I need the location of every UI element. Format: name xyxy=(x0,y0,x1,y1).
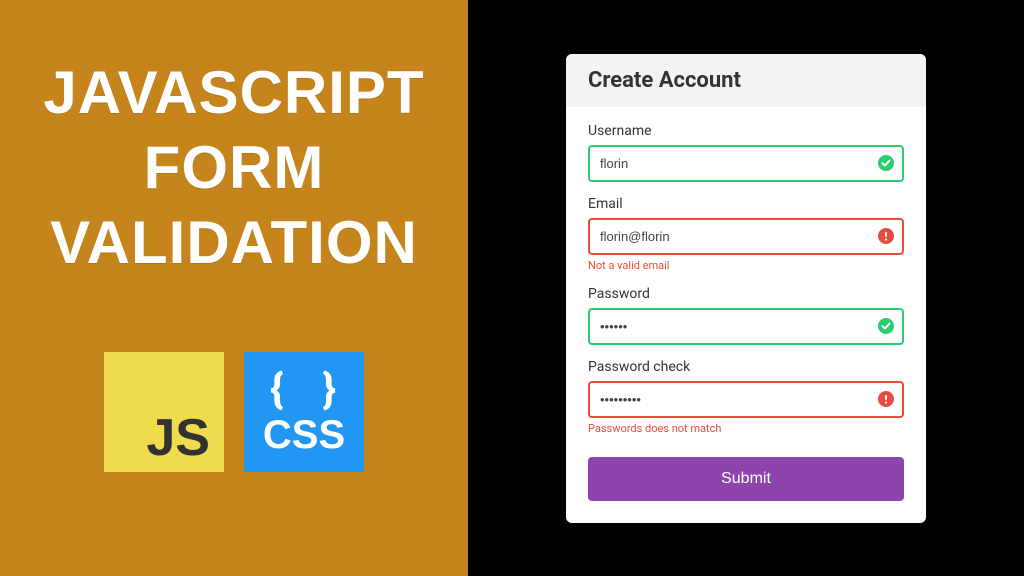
email-group: Email Not a valid email xyxy=(588,196,904,272)
username-group: Username xyxy=(588,123,904,182)
error-circle-icon xyxy=(878,391,894,407)
password-check-field[interactable] xyxy=(588,381,904,418)
password-check-group: Password check Passwords does not match xyxy=(588,359,904,435)
password-check-label: Password check xyxy=(588,359,904,375)
submit-button[interactable]: Submit xyxy=(588,457,904,501)
username-input-wrap xyxy=(588,145,904,182)
password-group: Password xyxy=(588,286,904,345)
password-input-wrap xyxy=(588,308,904,345)
form-title: Create Account xyxy=(566,54,926,107)
hero-title: JAVASCRIPT FORM VALIDATION xyxy=(43,55,424,280)
error-circle-icon xyxy=(878,228,894,244)
email-label: Email xyxy=(588,196,904,212)
hero-title-line: FORM xyxy=(43,130,424,205)
username-label: Username xyxy=(588,123,904,139)
email-input-wrap xyxy=(588,218,904,255)
js-logo-text: JS xyxy=(146,412,210,464)
signup-form-card: Create Account Username Email xyxy=(566,54,926,523)
hero-title-line: VALIDATION xyxy=(43,205,424,280)
password-check-error-text: Passwords does not match xyxy=(588,422,904,435)
check-circle-icon xyxy=(878,155,894,171)
form-body: Username Email Not a valid email xyxy=(566,107,926,523)
password-field[interactable] xyxy=(588,308,904,345)
username-field[interactable] xyxy=(588,145,904,182)
check-circle-icon xyxy=(878,318,894,334)
hero-title-line: JAVASCRIPT xyxy=(43,55,424,130)
tech-badges: JS { } CSS xyxy=(104,352,364,472)
css-logo: { } CSS xyxy=(244,352,364,472)
email-error-text: Not a valid email xyxy=(588,259,904,272)
password-label: Password xyxy=(588,286,904,302)
css-logo-braces: { } xyxy=(270,369,350,411)
email-field[interactable] xyxy=(588,218,904,255)
form-panel: Create Account Username Email xyxy=(468,0,1024,576)
js-logo: JS xyxy=(104,352,224,472)
css-logo-text: CSS xyxy=(263,415,345,455)
password-check-input-wrap xyxy=(588,381,904,418)
hero-panel: JAVASCRIPT FORM VALIDATION JS { } CSS xyxy=(0,0,468,576)
